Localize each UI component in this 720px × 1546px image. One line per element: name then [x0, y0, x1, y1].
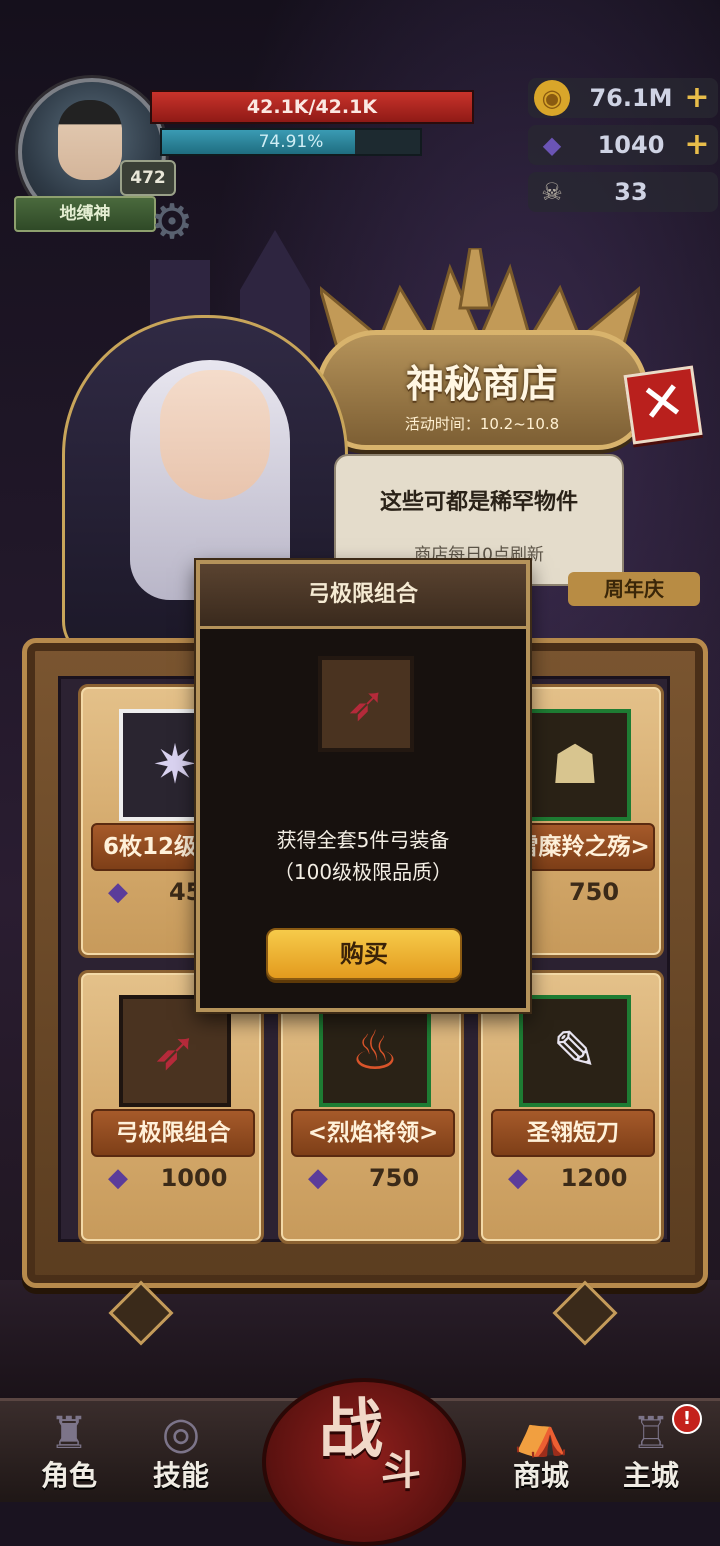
flame-staff-icon: ♨	[350, 1019, 400, 1082]
nav-label: 技能	[152, 1459, 209, 1492]
alert-badge: !	[672, 1404, 702, 1434]
anniversary-banner[interactable]: 周年庆	[568, 572, 700, 606]
hp-bar: 42.1K/42.1K	[150, 90, 474, 124]
item-name: <烈焰将领>	[291, 1109, 455, 1157]
nav-label: 主城	[622, 1459, 679, 1492]
close-button[interactable]: ✕	[623, 365, 703, 445]
nav-character[interactable]: ♜ 角色	[14, 1402, 124, 1498]
avatar-portrait	[58, 100, 122, 180]
item-art: ✎	[519, 995, 631, 1107]
feather-dagger-icon: ✎	[552, 1019, 598, 1082]
purple-gem-icon: ◆	[542, 131, 562, 159]
npc-face	[160, 370, 270, 500]
item-price: 750	[368, 1164, 420, 1192]
gem-value: 1040	[597, 131, 665, 159]
purple-gem-icon: ◆	[108, 877, 128, 907]
buy-button[interactable]: 购买	[266, 928, 462, 980]
player-name: 地缚神	[14, 196, 156, 232]
shop-title: 神秘商店	[405, 362, 558, 406]
popup-description-quality: （100级极限品质）	[273, 860, 453, 884]
speech-line-1: 这些可都是稀罕物件	[379, 490, 578, 515]
item-price: 750	[568, 878, 620, 906]
gold-coin-icon: ◉	[534, 80, 570, 116]
popup-header: 弓极限组合	[200, 564, 526, 629]
gem-resource: ◆ 1040 +	[528, 125, 718, 165]
item-detail-popup: 弓极限组合 ➶ 获得全套5件弓装备 （100级极限品质） 购买	[196, 560, 530, 1012]
ram-skull-icon: ☠	[541, 178, 563, 206]
nav-label: 商城	[512, 1459, 569, 1492]
purple-gem-icon: ◆	[308, 1163, 328, 1193]
close-x-icon: ✕	[636, 370, 689, 436]
skull-resource: ☠ 33	[528, 172, 718, 212]
item-price: 1200	[560, 1164, 628, 1192]
event-time: 活动时间：10.2~10.8	[404, 415, 560, 433]
beast-mask-icon: ☗	[550, 733, 600, 796]
item-name: 圣翎短刀	[491, 1109, 655, 1157]
bow-icon: ➶	[318, 656, 414, 752]
bow-icon: ➶	[152, 1019, 198, 1082]
purple-gem-icon: ◆	[108, 1163, 128, 1193]
gold-value: 76.1M	[589, 84, 673, 112]
nav-label: 角色	[40, 1459, 97, 1492]
level-badge: 472	[120, 160, 176, 196]
item-art: ☗	[519, 709, 631, 821]
gear-icon[interactable]: ⚙	[146, 196, 198, 248]
item-price: 1000	[160, 1164, 228, 1192]
gold-resource: ◉ 76.1M +	[528, 78, 718, 118]
battle-button[interactable]: 战 斗	[262, 1378, 466, 1546]
popup-description: 获得全套5件弓装备	[276, 828, 450, 852]
skull-value: 33	[614, 178, 648, 206]
purple-gem-icon: ◆	[508, 1163, 528, 1193]
shop-title-plate: 神秘商店 活动时间：10.2~10.8	[316, 330, 648, 450]
nav-skills[interactable]: ◎ 技能	[126, 1402, 236, 1498]
exp-text: 74.91%	[258, 132, 324, 152]
battle-label: 斗	[381, 1448, 421, 1494]
exp-bar: 74.91%	[160, 128, 422, 156]
hp-text: 42.1K/42.1K	[246, 96, 378, 118]
item-name: 弓极限组合	[91, 1109, 255, 1157]
nav-shop[interactable]: ⛺ 商城	[486, 1402, 596, 1498]
popup-title: 弓极限组合	[307, 582, 418, 607]
add-gold-button[interactable]: +	[682, 78, 712, 118]
add-gem-button[interactable]: +	[682, 125, 712, 165]
